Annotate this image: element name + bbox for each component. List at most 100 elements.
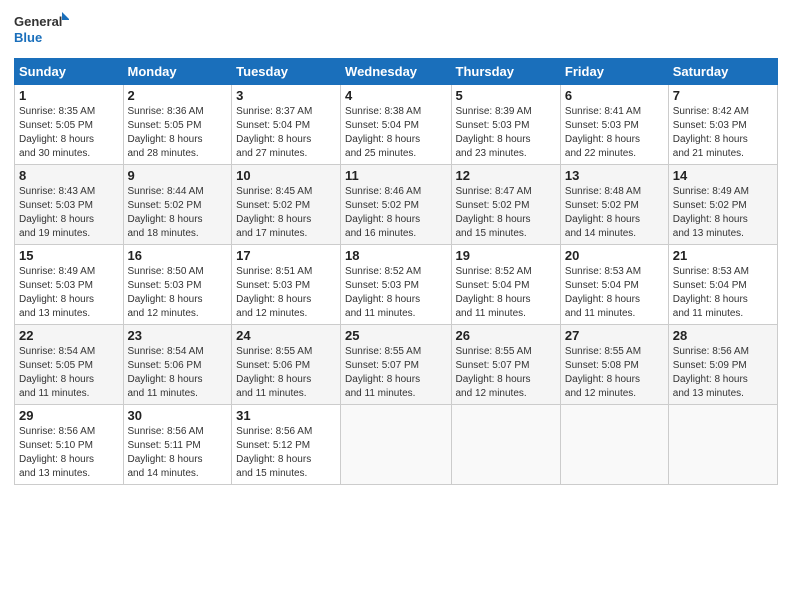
calendar-cell: 16 Sunrise: 8:50 AMSunset: 5:03 PMDayligh… bbox=[123, 245, 232, 325]
weekday-header: Friday bbox=[560, 59, 668, 85]
calendar-week-row: 1Sunrise: 8:35 AMSunset: 5:05 PMDaylight… bbox=[15, 85, 778, 165]
day-info: Sunrise: 8:49 AMSunset: 5:03 PMDaylight:… bbox=[19, 265, 119, 321]
calendar-cell: 26 Sunrise: 8:55 AMSunset: 5:07 PMDayligh… bbox=[451, 325, 560, 405]
weekday-header: Wednesday bbox=[341, 59, 451, 85]
day-info: Sunrise: 8:54 AMSunset: 5:06 PMDaylight:… bbox=[128, 345, 228, 401]
day-number: 21 bbox=[673, 248, 773, 263]
calendar-cell: 14 Sunrise: 8:49 AMSunset: 5:02 PMDayligh… bbox=[668, 165, 777, 245]
day-info: Sunrise: 8:43 AMSunset: 5:03 PMDaylight:… bbox=[19, 185, 119, 241]
day-info: Sunrise: 8:55 AMSunset: 5:07 PMDaylight:… bbox=[345, 345, 446, 401]
calendar-cell: 25 Sunrise: 8:55 AMSunset: 5:07 PMDayligh… bbox=[341, 325, 451, 405]
day-number: 30 bbox=[128, 408, 228, 423]
calendar-week-row: 15Sunrise: 8:49 AMSunset: 5:03 PMDayligh… bbox=[15, 245, 778, 325]
calendar-cell: 22 Sunrise: 8:54 AMSunset: 5:05 PMDayligh… bbox=[15, 325, 124, 405]
day-info: Sunrise: 8:55 AMSunset: 5:07 PMDaylight:… bbox=[456, 345, 556, 401]
day-number: 14 bbox=[673, 168, 773, 183]
day-number: 12 bbox=[456, 168, 556, 183]
header: General Blue bbox=[14, 10, 778, 50]
day-number: 28 bbox=[673, 328, 773, 343]
day-number: 29 bbox=[19, 408, 119, 423]
calendar-cell: 13 Sunrise: 8:48 AMSunset: 5:02 PMDayligh… bbox=[560, 165, 668, 245]
day-info: Sunrise: 8:38 AMSunset: 5:04 PMDaylight:… bbox=[345, 105, 446, 161]
calendar-cell: 27 Sunrise: 8:55 AMSunset: 5:08 PMDayligh… bbox=[560, 325, 668, 405]
day-info: Sunrise: 8:55 AMSunset: 5:08 PMDaylight:… bbox=[565, 345, 664, 401]
calendar-cell: 17Sunrise: 8:51 AMSunset: 5:03 PMDayligh… bbox=[232, 245, 341, 325]
calendar-table: SundayMondayTuesdayWednesdayThursdayFrid… bbox=[14, 58, 778, 485]
day-info: Sunrise: 8:44 AMSunset: 5:02 PMDaylight:… bbox=[128, 185, 228, 241]
day-number: 25 bbox=[345, 328, 446, 343]
calendar-week-row: 8 Sunrise: 8:43 AMSunset: 5:03 PMDaylight… bbox=[15, 165, 778, 245]
day-number: 22 bbox=[19, 328, 119, 343]
day-number: 3 bbox=[236, 88, 336, 103]
day-number: 20 bbox=[565, 248, 664, 263]
day-info: Sunrise: 8:46 AMSunset: 5:02 PMDaylight:… bbox=[345, 185, 446, 241]
day-number: 18 bbox=[345, 248, 446, 263]
day-number: 5 bbox=[456, 88, 556, 103]
day-number: 27 bbox=[565, 328, 664, 343]
day-number: 1 bbox=[19, 88, 119, 103]
day-number: 31 bbox=[236, 408, 336, 423]
weekday-header: Saturday bbox=[668, 59, 777, 85]
calendar-header-row: SundayMondayTuesdayWednesdayThursdayFrid… bbox=[15, 59, 778, 85]
day-info: Sunrise: 8:54 AMSunset: 5:05 PMDaylight:… bbox=[19, 345, 119, 401]
day-info: Sunrise: 8:55 AMSunset: 5:06 PMDaylight:… bbox=[236, 345, 336, 401]
calendar-week-row: 29Sunrise: 8:56 AMSunset: 5:10 PMDayligh… bbox=[15, 405, 778, 485]
calendar-cell: 1Sunrise: 8:35 AMSunset: 5:05 PMDaylight… bbox=[15, 85, 124, 165]
calendar-cell: 28 Sunrise: 8:56 AMSunset: 5:09 PMDayligh… bbox=[668, 325, 777, 405]
day-number: 4 bbox=[345, 88, 446, 103]
day-info: Sunrise: 8:42 AMSunset: 5:03 PMDaylight:… bbox=[673, 105, 773, 161]
calendar-cell: 31 Sunrise: 8:56 AMSunset: 5:12 PMDayligh… bbox=[232, 405, 341, 485]
day-info: Sunrise: 8:56 AMSunset: 5:12 PMDaylight:… bbox=[236, 425, 336, 481]
day-info: Sunrise: 8:56 AMSunset: 5:11 PMDaylight:… bbox=[128, 425, 228, 481]
day-info: Sunrise: 8:52 AMSunset: 5:03 PMDaylight:… bbox=[345, 265, 446, 321]
calendar-cell bbox=[668, 405, 777, 485]
day-number: 6 bbox=[565, 88, 664, 103]
calendar-cell: 21 Sunrise: 8:53 AMSunset: 5:04 PMDayligh… bbox=[668, 245, 777, 325]
svg-text:General: General bbox=[14, 14, 62, 29]
page-container: General Blue SundayMondayTuesdayWednesda… bbox=[0, 0, 792, 495]
day-number: 11 bbox=[345, 168, 446, 183]
day-info: Sunrise: 8:39 AMSunset: 5:03 PMDaylight:… bbox=[456, 105, 556, 161]
day-info: Sunrise: 8:52 AMSunset: 5:04 PMDaylight:… bbox=[456, 265, 556, 321]
calendar-cell: 19 Sunrise: 8:52 AMSunset: 5:04 PMDayligh… bbox=[451, 245, 560, 325]
day-number: 8 bbox=[19, 168, 119, 183]
day-number: 13 bbox=[565, 168, 664, 183]
calendar-cell: 30 Sunrise: 8:56 AMSunset: 5:11 PMDayligh… bbox=[123, 405, 232, 485]
calendar-cell: 20 Sunrise: 8:53 AMSunset: 5:04 PMDayligh… bbox=[560, 245, 668, 325]
day-number: 7 bbox=[673, 88, 773, 103]
weekday-header: Thursday bbox=[451, 59, 560, 85]
day-info: Sunrise: 8:49 AMSunset: 5:02 PMDaylight:… bbox=[673, 185, 773, 241]
day-number: 23 bbox=[128, 328, 228, 343]
weekday-header: Sunday bbox=[15, 59, 124, 85]
calendar-cell: 29Sunrise: 8:56 AMSunset: 5:10 PMDayligh… bbox=[15, 405, 124, 485]
day-info: Sunrise: 8:53 AMSunset: 5:04 PMDaylight:… bbox=[673, 265, 773, 321]
svg-text:Blue: Blue bbox=[14, 30, 42, 45]
day-number: 9 bbox=[128, 168, 228, 183]
calendar-cell: 4 Sunrise: 8:38 AMSunset: 5:04 PMDaylight… bbox=[341, 85, 451, 165]
day-number: 16 bbox=[128, 248, 228, 263]
day-info: Sunrise: 8:48 AMSunset: 5:02 PMDaylight:… bbox=[565, 185, 664, 241]
calendar-cell: 8 Sunrise: 8:43 AMSunset: 5:03 PMDaylight… bbox=[15, 165, 124, 245]
calendar-cell: 12 Sunrise: 8:47 AMSunset: 5:02 PMDayligh… bbox=[451, 165, 560, 245]
calendar-cell bbox=[451, 405, 560, 485]
weekday-header: Monday bbox=[123, 59, 232, 85]
calendar-cell: 2Sunrise: 8:36 AMSunset: 5:05 PMDaylight… bbox=[123, 85, 232, 165]
day-info: Sunrise: 8:53 AMSunset: 5:04 PMDaylight:… bbox=[565, 265, 664, 321]
day-info: Sunrise: 8:50 AMSunset: 5:03 PMDaylight:… bbox=[128, 265, 228, 321]
day-number: 26 bbox=[456, 328, 556, 343]
calendar-cell: 24Sunrise: 8:55 AMSunset: 5:06 PMDayligh… bbox=[232, 325, 341, 405]
day-number: 19 bbox=[456, 248, 556, 263]
calendar-cell: 11 Sunrise: 8:46 AMSunset: 5:02 PMDayligh… bbox=[341, 165, 451, 245]
logo: General Blue bbox=[14, 10, 69, 50]
day-info: Sunrise: 8:56 AMSunset: 5:09 PMDaylight:… bbox=[673, 345, 773, 401]
day-info: Sunrise: 8:37 AMSunset: 5:04 PMDaylight:… bbox=[236, 105, 336, 161]
day-info: Sunrise: 8:47 AMSunset: 5:02 PMDaylight:… bbox=[456, 185, 556, 241]
weekday-header: Tuesday bbox=[232, 59, 341, 85]
logo-svg: General Blue bbox=[14, 10, 69, 50]
day-number: 2 bbox=[128, 88, 228, 103]
calendar-week-row: 22 Sunrise: 8:54 AMSunset: 5:05 PMDayligh… bbox=[15, 325, 778, 405]
calendar-cell: 3 Sunrise: 8:37 AMSunset: 5:04 PMDaylight… bbox=[232, 85, 341, 165]
calendar-cell: 15Sunrise: 8:49 AMSunset: 5:03 PMDayligh… bbox=[15, 245, 124, 325]
calendar-cell: 7 Sunrise: 8:42 AMSunset: 5:03 PMDaylight… bbox=[668, 85, 777, 165]
calendar-cell: 5 Sunrise: 8:39 AMSunset: 5:03 PMDaylight… bbox=[451, 85, 560, 165]
